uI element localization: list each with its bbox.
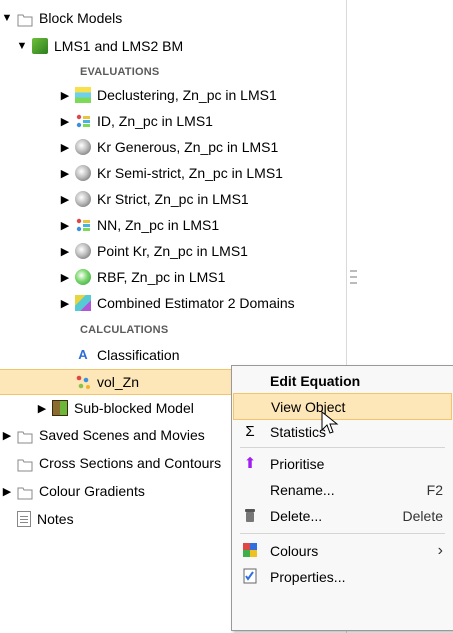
menu-item-edit-equation[interactable]: Edit Equation	[233, 368, 452, 393]
tree-item-evaluation[interactable]: ▶ RBF, Zn_pc in LMS1	[58, 265, 225, 289]
tree-item-notes[interactable]: Notes	[17, 507, 74, 531]
menu-item-prioritise[interactable]: ⬆ Prioritise	[233, 451, 452, 476]
tree-item-label: vol_Zn	[97, 374, 140, 390]
sub-blocked-model-icon	[52, 400, 68, 416]
expanded-arrow-icon[interactable]: ▼	[0, 12, 14, 24]
tree-item-label: Sub-blocked Model	[74, 400, 194, 416]
tree-item-sub-blocked-model[interactable]: ▶ Sub-blocked Model	[35, 396, 194, 420]
prioritise-up-arrow-icon: ⬆	[243, 455, 257, 472]
rbf-icon	[75, 269, 91, 285]
delete-shortcut: Delete	[402, 507, 443, 524]
tree-item-label: Kr Strict, Zn_pc in LMS1	[97, 191, 249, 207]
tree-item-label: Kr Generous, Zn_pc in LMS1	[97, 139, 279, 155]
evaluations-header: EVALUATIONS	[80, 66, 160, 78]
kriging-icon	[75, 165, 91, 181]
collapsed-arrow-icon[interactable]: ▶	[58, 89, 72, 102]
tree-item-cross-sections[interactable]: Cross Sections and Contours	[17, 451, 221, 475]
tree-item-colour-gradients[interactable]: ▶ Colour Gradients	[0, 479, 145, 503]
tree-item-label: NN, Zn_pc in LMS1	[97, 217, 220, 233]
collapsed-arrow-icon[interactable]: ▶	[58, 271, 72, 284]
folder-icon	[17, 430, 33, 444]
collapsed-arrow-icon[interactable]: ▶	[0, 429, 14, 442]
tree-item-label: Saved Scenes and Movies	[39, 427, 205, 443]
collapsed-arrow-icon[interactable]: ▶	[58, 245, 72, 258]
menu-item-rename[interactable]: Rename... F2	[233, 477, 452, 502]
tree-item-label: Notes	[37, 511, 74, 527]
tree-item-label: ID, Zn_pc in LMS1	[97, 113, 213, 129]
tree-item-label: Classification	[97, 347, 180, 363]
scrollbar-grip-icon[interactable]	[350, 270, 357, 284]
tree-item-label: LMS1 and LMS2 BM	[54, 38, 184, 54]
colours-icon	[242, 542, 258, 558]
kriging-icon	[75, 191, 91, 207]
menu-item-delete[interactable]: Delete... Delete	[233, 503, 452, 528]
menu-separator	[240, 447, 445, 448]
tree-item-evaluation[interactable]: ▶ ID, Zn_pc in LMS1	[58, 109, 213, 133]
tree-item-evaluation[interactable]: ▶ NN, Zn_pc in LMS1	[58, 213, 219, 237]
properties-icon	[242, 568, 258, 584]
tree-item-label: Block Models	[39, 10, 123, 26]
combined-estimator-icon	[75, 295, 91, 311]
trash-can-icon	[242, 507, 258, 523]
collapsed-arrow-icon[interactable]: ▶	[58, 193, 72, 206]
tree-item-evaluation[interactable]: ▶ Combined Estimator 2 Domains	[58, 291, 295, 315]
tree-item-evaluation[interactable]: ▶ Kr Generous, Zn_pc in LMS1	[58, 135, 278, 159]
idw-icon	[75, 113, 91, 129]
calculations-header: CALCULATIONS	[80, 324, 169, 336]
tree-item-block-model[interactable]: ▼ LMS1 and LMS2 BM	[15, 34, 183, 58]
tree-item-label: Combined Estimator 2 Domains	[97, 295, 295, 311]
tree-item-label: Cross Sections and Contours	[39, 455, 222, 471]
menu-item-colours[interactable]: Colours ›	[233, 538, 452, 563]
kriging-icon	[75, 243, 91, 259]
submenu-arrow-icon: ›	[437, 541, 443, 559]
tree-item-evaluation[interactable]: ▶ Point Kr, Zn_pc in LMS1	[58, 239, 248, 263]
expanded-arrow-icon[interactable]: ▼	[15, 40, 29, 52]
context-menu: Edit Equation View Object Σ Statistics ⬆…	[231, 365, 453, 631]
tree-item-evaluation[interactable]: ▶ Declustering, Zn_pc in LMS1	[58, 83, 277, 107]
menu-separator	[240, 533, 445, 534]
tree-item-classification[interactable]: A Classification	[75, 343, 179, 367]
menu-item-statistics[interactable]: Σ Statistics	[233, 419, 452, 444]
collapsed-arrow-icon[interactable]: ▶	[58, 167, 72, 180]
collapsed-arrow-icon[interactable]: ▶	[0, 485, 14, 498]
rename-shortcut: F2	[426, 481, 443, 498]
tree-item-label: Colour Gradients	[39, 483, 145, 499]
tree-item-label: RBF, Zn_pc in LMS1	[97, 269, 226, 285]
collapsed-arrow-icon[interactable]: ▶	[58, 115, 72, 128]
tree-item-evaluation[interactable]: ▶ Kr Strict, Zn_pc in LMS1	[58, 187, 249, 211]
tree-item-label: Point Kr, Zn_pc in LMS1	[97, 243, 248, 259]
block-model-icon	[32, 38, 48, 54]
calculation-icon	[75, 374, 91, 390]
tree-item-block-models[interactable]: ▼ Block Models	[0, 6, 122, 30]
classification-icon: A	[78, 347, 88, 362]
tree-item-saved-scenes[interactable]: ▶ Saved Scenes and Movies	[0, 423, 205, 447]
notes-icon	[17, 511, 31, 527]
collapsed-arrow-icon[interactable]: ▶	[58, 297, 72, 310]
folder-icon	[17, 458, 33, 472]
mouse-cursor-icon	[321, 411, 339, 434]
statistics-icon: Σ	[245, 422, 255, 440]
menu-item-view-object[interactable]: View Object	[233, 393, 452, 420]
collapsed-arrow-icon[interactable]: ▶	[58, 219, 72, 232]
tree-item-label: Declustering, Zn_pc in LMS1	[97, 87, 277, 103]
collapsed-arrow-icon[interactable]: ▶	[35, 402, 49, 415]
folder-icon	[17, 13, 33, 27]
nearest-neighbour-icon	[75, 217, 91, 233]
menu-item-properties[interactable]: Properties...	[233, 564, 452, 589]
declustering-icon	[75, 87, 91, 103]
folder-icon	[17, 486, 33, 500]
collapsed-arrow-icon[interactable]: ▶	[58, 141, 72, 154]
kriging-icon	[75, 139, 91, 155]
tree-item-label: Kr Semi-strict, Zn_pc in LMS1	[97, 165, 283, 181]
tree-item-evaluation[interactable]: ▶ Kr Semi-strict, Zn_pc in LMS1	[58, 161, 283, 185]
